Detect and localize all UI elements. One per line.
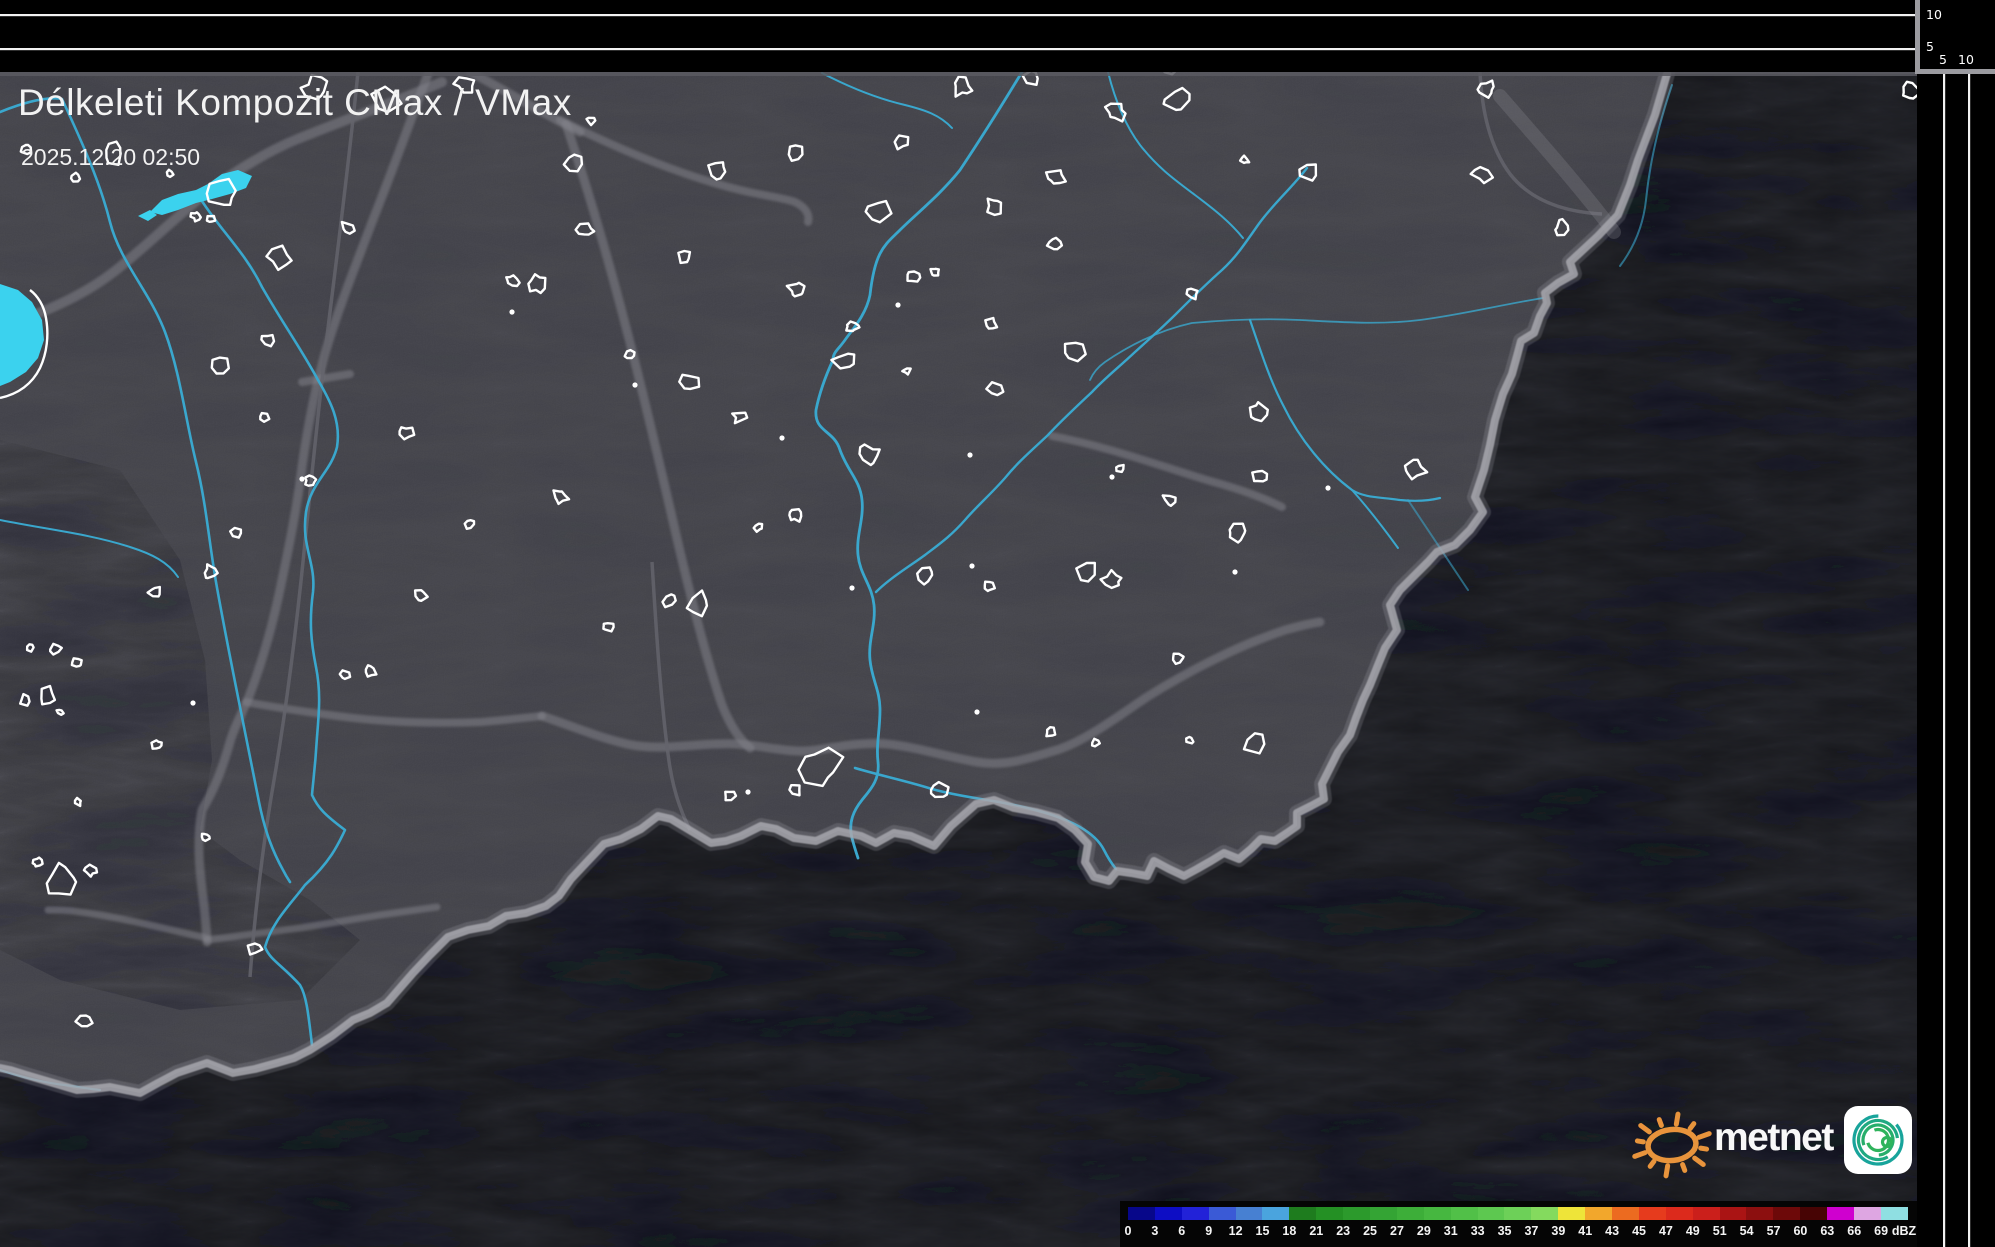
dbz-value-label: 37 <box>1524 1224 1538 1238</box>
dbz-value-label: 35 <box>1498 1224 1512 1238</box>
sun-ray <box>1635 1153 1645 1157</box>
dbz-color-segment <box>1827 1207 1854 1220</box>
settlement-dot <box>967 452 972 457</box>
dbz-value-label: 23 <box>1336 1224 1350 1238</box>
dbz-color-segment <box>1478 1207 1505 1220</box>
dbz-color-legend: 0369121518212325272931333537394143454749… <box>1120 1201 1917 1247</box>
settlement-dot <box>509 309 514 314</box>
dbz-color-segment <box>1612 1207 1639 1220</box>
map-top-edge <box>0 72 1917 76</box>
dbz-color-segment <box>1558 1207 1585 1220</box>
dbz-color-segment <box>1881 1207 1908 1220</box>
sun-ray <box>1683 1165 1685 1171</box>
dbz-value-label: 41 <box>1578 1224 1592 1238</box>
sun-ray <box>1650 1161 1654 1166</box>
dbz-value-label: 66 <box>1847 1224 1861 1238</box>
settlement-dot <box>974 709 979 714</box>
dbz-color-segment <box>1155 1207 1182 1220</box>
dbz-value-label: 45 <box>1632 1224 1646 1238</box>
dbz-color-segment <box>1316 1207 1343 1220</box>
dbz-color-segment <box>1343 1207 1370 1220</box>
dbz-value-label: 63 <box>1820 1224 1834 1238</box>
sun-ray <box>1699 1134 1709 1138</box>
settlement-dot <box>1325 485 1330 490</box>
dbz-value-label: 49 <box>1686 1224 1700 1238</box>
dbz-color-segment <box>1693 1207 1720 1220</box>
dbz-value-label: 12 <box>1229 1224 1243 1238</box>
dbz-color-segment <box>1639 1207 1666 1220</box>
ruler-vertical-label-10: 10 <box>1926 7 1942 22</box>
settlement-dot <box>632 382 637 387</box>
dbz-color-segment <box>1128 1207 1155 1220</box>
settlement-dot <box>745 789 750 794</box>
sun-ray <box>1690 1124 1694 1129</box>
dbz-unit-label: dBZ <box>1892 1224 1916 1238</box>
dbz-color-segment <box>1800 1207 1827 1220</box>
settlement-dot <box>190 700 195 705</box>
ruler-horizontal-label-5: 5 <box>1933 52 1953 67</box>
dbz-color-segment <box>1182 1207 1209 1220</box>
timestamp: 2025.12.20 02:50 <box>21 144 200 171</box>
settlement-dot <box>299 476 304 481</box>
dbz-value-label: 47 <box>1659 1224 1673 1238</box>
dbz-value-label: 0 <box>1125 1224 1132 1238</box>
sun-ray <box>1695 1158 1704 1164</box>
sun-icon <box>1632 1100 1716 1184</box>
page-title: Délkeleti Kompozit CMax / VMax <box>18 82 572 124</box>
dbz-value-label: 21 <box>1309 1224 1323 1238</box>
settlement-dot <box>969 563 974 568</box>
dbz-value-label: 69 <box>1874 1224 1888 1238</box>
dbz-value-label: 18 <box>1282 1224 1296 1238</box>
sun-ray <box>1666 1166 1668 1176</box>
dbz-value-label: 33 <box>1471 1224 1485 1238</box>
sun-ray <box>1641 1126 1650 1132</box>
dbz-value-label: 57 <box>1767 1224 1781 1238</box>
settlement-dot <box>1232 569 1237 574</box>
dbz-value-label: 25 <box>1363 1224 1377 1238</box>
dbz-value-label: 6 <box>1178 1224 1185 1238</box>
dbz-value-label: 54 <box>1740 1224 1754 1238</box>
dbz-color-scale <box>1128 1207 1908 1220</box>
dbz-color-segment <box>1236 1207 1263 1220</box>
sun-ray <box>1701 1148 1707 1149</box>
radar-map[interactable] <box>0 0 1995 1247</box>
settlement-dot <box>849 585 854 590</box>
dbz-color-segment <box>1262 1207 1289 1220</box>
settlement-dot <box>779 435 784 440</box>
dbz-value-label: 27 <box>1390 1224 1404 1238</box>
dbz-color-segment <box>1854 1207 1881 1220</box>
dbz-value-label: 15 <box>1256 1224 1270 1238</box>
dbz-color-segment <box>1746 1207 1773 1220</box>
dbz-value-label: 31 <box>1444 1224 1458 1238</box>
dbz-color-segment <box>1397 1207 1424 1220</box>
dbz-value-label: 9 <box>1205 1224 1212 1238</box>
radar-composite-screen: Délkeleti Kompozit CMax / VMax 2025.12.2… <box>0 0 1995 1247</box>
sun-ray <box>1676 1114 1678 1124</box>
dbz-color-segment <box>1424 1207 1451 1220</box>
sun-ray <box>1659 1120 1661 1126</box>
metnet-app-icon[interactable] <box>1844 1106 1912 1174</box>
dbz-value-label: 29 <box>1417 1224 1431 1238</box>
settlement-dot <box>1109 474 1114 479</box>
dbz-value-label: 39 <box>1551 1224 1565 1238</box>
dbz-color-segment <box>1209 1207 1236 1220</box>
dbz-color-segment <box>1504 1207 1531 1220</box>
dbz-color-segment <box>1531 1207 1558 1220</box>
metnet-logo: metnet <box>1632 1100 1920 1184</box>
sun-ray <box>1637 1141 1643 1142</box>
ruler-horizontal-label-10: 10 <box>1956 52 1976 67</box>
dbz-value-label: 51 <box>1713 1224 1727 1238</box>
settlement-dot <box>895 302 900 307</box>
dbz-value-label: 60 <box>1793 1224 1807 1238</box>
dbz-color-segment <box>1666 1207 1693 1220</box>
dbz-color-segment <box>1289 1207 1316 1220</box>
dbz-color-segment <box>1585 1207 1612 1220</box>
dbz-value-label: 43 <box>1605 1224 1619 1238</box>
dbz-color-segment <box>1370 1207 1397 1220</box>
dbz-color-segment <box>1451 1207 1478 1220</box>
dbz-color-segment <box>1720 1207 1747 1220</box>
logo-text: metnet <box>1714 1116 1833 1160</box>
dbz-value-label: 3 <box>1151 1224 1158 1238</box>
dbz-color-segment <box>1773 1207 1800 1220</box>
